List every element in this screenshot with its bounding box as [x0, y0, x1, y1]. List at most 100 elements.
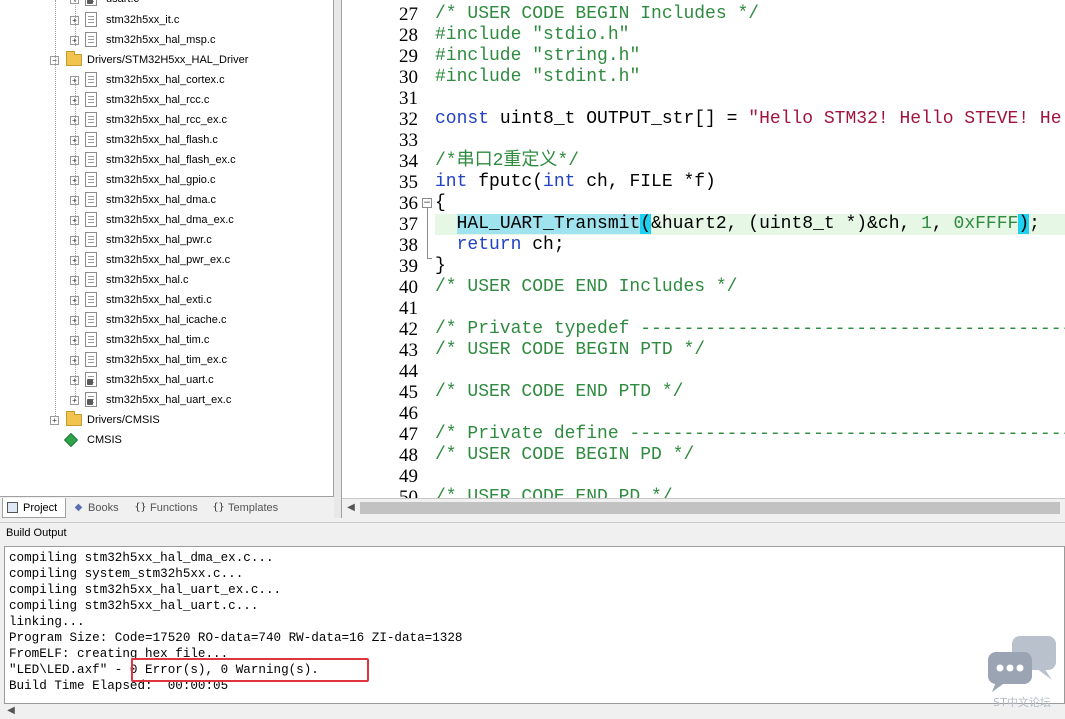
project-tab-strip: Project ◆ Books {} Functions {} Template…: [0, 496, 334, 518]
scroll-left-icon[interactable]: ◀: [344, 501, 358, 515]
tree-item-label: usart.c: [106, 0, 139, 9]
tree-file-item[interactable]: + stm32h5xx_hal_dma_ex.c: [0, 210, 330, 230]
scroll-left-icon[interactable]: ◀: [4, 704, 18, 718]
code-line[interactable]: {: [435, 193, 446, 214]
tree-file-item[interactable]: + stm32h5xx_hal_cortex.c: [0, 70, 330, 90]
code-line[interactable]: /* USER CODE BEGIN Includes */: [435, 4, 759, 25]
component-icon: [63, 432, 79, 448]
code-line[interactable]: /* USER CODE BEGIN PD */: [435, 445, 694, 466]
line-number: 45: [399, 382, 418, 403]
line-number: 39: [399, 256, 418, 277]
tree-file-item[interactable]: + stm32h5xx_hal_tim.c: [0, 330, 330, 350]
tree-item-label: stm32h5xx_hal_tim_ex.c: [106, 354, 228, 366]
build-output-line: Program Size: Code=17520 RO-data=740 RW-…: [9, 631, 463, 645]
code-line[interactable]: /* USER CODE BEGIN PTD */: [435, 340, 705, 361]
line-number: 49: [399, 466, 418, 487]
fold-collapse-icon[interactable]: −: [422, 198, 432, 208]
build-output-line: compiling stm32h5xx_hal_uart.c...: [9, 599, 259, 613]
build-output-scrollbar[interactable]: ◀: [0, 704, 1065, 719]
pane-splitter[interactable]: [334, 0, 342, 518]
tree-file-item[interactable]: + stm32h5xx_hal_flash.c: [0, 130, 330, 150]
tree-file-item[interactable]: + stm32h5xx_hal_rcc_ex.c: [0, 110, 330, 130]
tree-item-label: stm32h5xx_hal_cortex.c: [106, 74, 225, 86]
file-config-icon: [85, 0, 97, 6]
expand-icon[interactable]: +: [50, 416, 59, 425]
watermark-text: ST中文论坛: [993, 696, 1051, 709]
code-editor[interactable]: 27 28 29 30 31 32 33 34 35 36 37 38 39 40 41 42 43 44 45 46…: [342, 0, 1065, 498]
tree-item-label: stm32h5xx_hal_msp.c: [106, 34, 216, 46]
tree-guide-line: [75, 76, 76, 400]
tree-file-item[interactable]: + stm32h5xx_it.c: [0, 10, 330, 30]
tree-folder-item[interactable]: − Drivers/STM32H5xx_HAL_Driver: [0, 50, 330, 70]
code-line[interactable]: /*串口2重定义*/: [435, 151, 579, 172]
tree-file-item[interactable]: + stm32h5xx_hal_flash_ex.c: [0, 150, 330, 170]
tree-file-item[interactable]: + stm32h5xx_hal_uart.c: [0, 370, 330, 390]
line-number: 50: [399, 487, 418, 498]
file-config-icon: [85, 392, 97, 407]
templates-icon: {}: [212, 502, 225, 513]
tab-project[interactable]: Project: [2, 498, 66, 518]
tree-item-label: stm32h5xx_hal_flash_ex.c: [106, 154, 236, 166]
line-number: 28: [399, 25, 418, 46]
chat-bubbles-icon: [988, 636, 1056, 692]
tree-file-item[interactable]: + stm32h5xx_hal_dma.c: [0, 190, 330, 210]
line-number: 32: [399, 109, 418, 130]
code-line[interactable]: /* USER CODE END Includes */: [435, 277, 737, 298]
tree-file-item[interactable]: + stm32h5xx_hal_msp.c: [0, 30, 330, 50]
tree-file-item[interactable]: + stm32h5xx_hal_rcc.c: [0, 90, 330, 110]
tab-functions[interactable]: {} Functions: [130, 498, 206, 518]
tab-templates[interactable]: {} Templates: [208, 498, 292, 518]
code-line[interactable]: /* USER CODE END PTD */: [435, 382, 683, 403]
line-number: 43: [399, 340, 418, 361]
line-number: 37: [399, 214, 418, 235]
code-line[interactable]: HAL_UART_Transmit(&huart2, (uint8_t *)&c…: [435, 214, 1040, 235]
build-output-title: Build Output: [6, 527, 67, 539]
tree-item-label: stm32h5xx_hal_flash.c: [106, 134, 218, 146]
line-number: 31: [399, 88, 418, 109]
tree-file-item[interactable]: + stm32h5xx_hal_icache.c: [0, 310, 330, 330]
code-line[interactable]: /* Private typedef ---------------------…: [435, 319, 1065, 340]
tree-file-item[interactable]: + stm32h5xx_hal_pwr.c: [0, 230, 330, 250]
folder-icon: [66, 411, 82, 426]
file-icon: [85, 112, 97, 127]
tree-file-item[interactable]: + stm32h5xx_hal_pwr_ex.c: [0, 250, 330, 270]
tree-component-item[interactable]: CMSIS: [0, 430, 330, 450]
tree-guide-line: [55, 0, 56, 416]
code-line[interactable]: #include "stdio.h": [435, 25, 629, 46]
line-number: 42: [399, 319, 418, 340]
tree-file-item[interactable]: + stm32h5xx_hal_gpio.c: [0, 170, 330, 190]
fold-guide-line: [427, 208, 428, 258]
code-line[interactable]: return ch;: [435, 235, 565, 256]
scroll-thumb[interactable]: [360, 502, 1060, 514]
project-icon: [7, 502, 18, 513]
tree-file-item[interactable]: + stm32h5xx_hal_tim_ex.c: [0, 350, 330, 370]
code-line[interactable]: }: [435, 256, 446, 277]
tree-item-label: stm32h5xx_hal_pwr.c: [106, 234, 212, 246]
code-line[interactable]: #include "stdint.h": [435, 67, 640, 88]
fold-end-marker: [427, 258, 432, 259]
code-line[interactable]: const uint8_t OUTPUT_str[] = "Hello STM3…: [435, 109, 1062, 130]
editor-horizontal-scrollbar[interactable]: ◀: [342, 498, 1065, 516]
code-line[interactable]: /* USER CODE END PD */: [435, 487, 673, 498]
tree-folder-item[interactable]: + Drivers/CMSIS: [0, 410, 330, 430]
tree-item-label: stm32h5xx_hal.c: [106, 274, 189, 286]
watermark: ST中文论坛: [984, 634, 1060, 712]
tree-file-item[interactable]: + stm32h5xx_hal_uart_ex.c: [0, 390, 330, 410]
project-tree-pane[interactable]: + usart.c+stm32h5xx_it.c+stm32h5xx_hal_ms…: [0, 0, 334, 496]
code-line[interactable]: /* Private define ----------------------…: [435, 424, 1065, 445]
tree-guide-line: [75, 0, 76, 46]
build-output-line: linking...: [9, 615, 85, 629]
folder-icon: [66, 51, 82, 66]
line-number: 47: [399, 424, 418, 445]
file-icon: [85, 92, 97, 107]
code-line[interactable]: #include "string.h": [435, 46, 640, 67]
error-summary-highlight: [131, 658, 369, 682]
code-line[interactable]: int fputc(int ch, FILE *f): [435, 172, 716, 193]
tree-item-label: stm32h5xx_it.c: [106, 14, 180, 26]
tree-item-label: CMSIS: [87, 434, 122, 446]
tab-books[interactable]: ◆ Books: [68, 498, 128, 518]
line-number: 46: [399, 403, 418, 424]
tree-file-item[interactable]: + stm32h5xx_hal.c: [0, 270, 330, 290]
tree-file-item[interactable]: + stm32h5xx_hal_exti.c: [0, 290, 330, 310]
file-icon: [85, 172, 97, 187]
